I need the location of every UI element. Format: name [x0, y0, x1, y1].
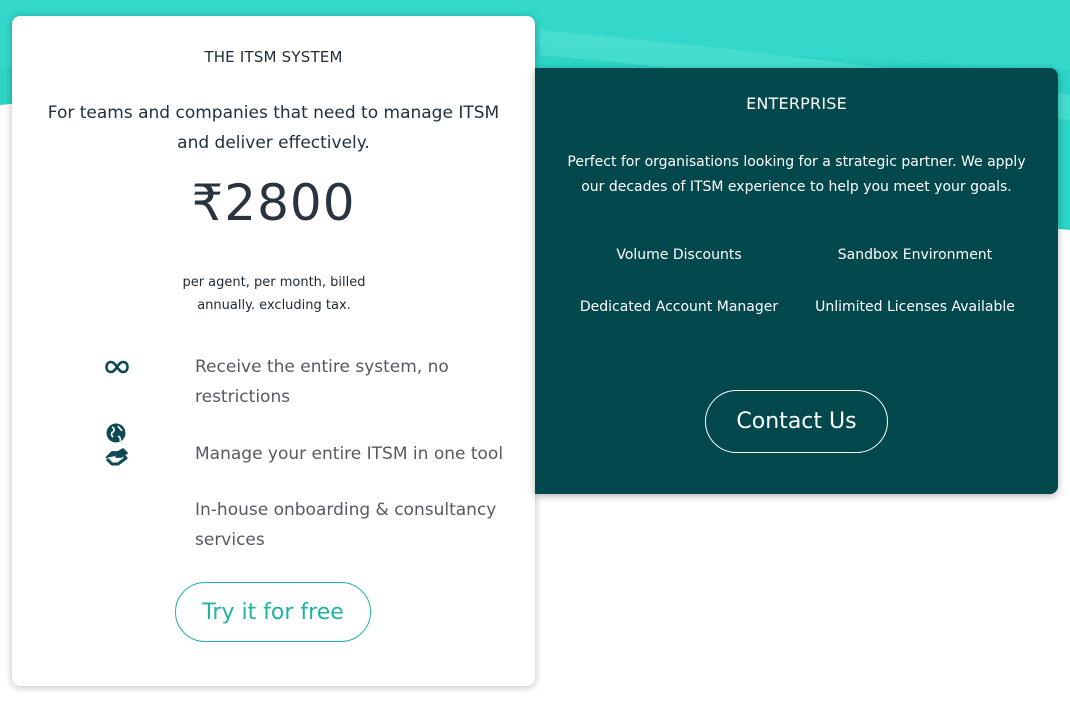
feature-text: Manage your entire ITSM in one tool [195, 444, 504, 464]
enterprise-feature: Volume Discounts [616, 247, 742, 263]
enterprise-feature: Unlimited Licenses Available [815, 299, 1015, 315]
try-free-button[interactable]: Try it for free [175, 582, 371, 642]
plan-description: For teams and companies that need to man… [47, 103, 500, 153]
feature-text: Receive the entire system, no restrictio… [195, 357, 449, 407]
plan-description: Perfect for organisations looking for a … [567, 154, 1026, 195]
billing-note: per agent, per month, billed annually. e… [182, 275, 366, 313]
enterprise-feature: Sandbox Environment [837, 247, 993, 263]
enterprise-plan-card: ENTERPRISE Perfect for organisations loo… [535, 68, 1058, 494]
contact-us-button[interactable]: Contact Us [705, 390, 888, 453]
enterprise-feature: Dedicated Account Manager [579, 299, 779, 315]
plan-price: ₹2800 [191, 174, 356, 232]
feature-text: In-house onboarding & consultancy servic… [195, 500, 497, 550]
pricing-section: THE ITSM SYSTEM For teams and companies … [0, 0, 1070, 706]
plan-title: THE ITSM SYSTEM [204, 48, 343, 66]
globe-handshake-icon [105, 423, 128, 466]
infinity-icon [105, 360, 129, 374]
itsm-plan-card: THE ITSM SYSTEM For teams and companies … [12, 16, 535, 686]
plan-title: ENTERPRISE [746, 94, 847, 113]
